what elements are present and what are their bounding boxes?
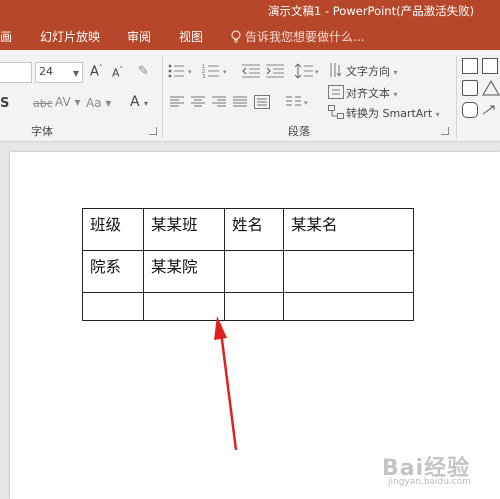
bullets-icon[interactable]: ▾ — [168, 64, 196, 78]
tell-me-label: 告诉我您想要做什么... — [245, 30, 365, 44]
table-row: 院系 某某院 — [82, 250, 414, 293]
group-divider — [456, 56, 457, 138]
paragraph-group-label: 段落 — [288, 125, 310, 138]
align-right-icon[interactable] — [212, 96, 226, 108]
annotation-arrow — [214, 316, 238, 451]
text-direction-icon — [330, 63, 342, 77]
svg-text:▾: ▾ — [304, 99, 308, 107]
grow-font-icon[interactable]: A˄ — [90, 64, 102, 79]
clear-formatting-icon[interactable]: ✎ — [138, 64, 149, 79]
svg-text:▾: ▾ — [223, 68, 227, 76]
svg-text:3: 3 — [202, 74, 205, 78]
text-direction-button[interactable]: 文字方向 ▾ — [346, 63, 398, 79]
tab-slideshow[interactable]: 幻灯片放映 — [40, 28, 100, 45]
window-title: 演示文稿1 - PowerPoint(产品激活失败) — [268, 4, 475, 18]
table-cell[interactable] — [283, 250, 414, 293]
character-spacing-icon[interactable]: AV ▾ — [55, 95, 81, 109]
align-text-icon — [328, 85, 344, 99]
table-cell[interactable] — [224, 250, 284, 293]
line-spacing-icon[interactable]: ▾ — [295, 63, 321, 79]
strikethrough-icon[interactable]: abc — [33, 97, 53, 110]
tab-review[interactable]: 审阅 — [127, 28, 151, 45]
font-group-label: 字体 — [31, 125, 53, 138]
annotation-arrow-shaft — [218, 323, 238, 451]
increase-indent-icon[interactable] — [266, 64, 284, 78]
tab-animations[interactable]: 画 — [0, 28, 12, 45]
vertical-textbox-shape-icon[interactable] — [482, 58, 498, 74]
align-center-icon[interactable] — [191, 96, 205, 108]
table-cell[interactable]: 某某班 — [143, 208, 225, 251]
chevron-down-icon: ▼ — [72, 69, 79, 78]
ribbon: 24 ▼ A˄ A˅ ✎ S abc AV ▾ Aa ▾ A ▾ 字体 ▾ 1 … — [0, 50, 500, 142]
align-text-label: 对齐文本 — [346, 87, 390, 100]
svg-text:▾: ▾ — [188, 68, 192, 76]
shrink-font-icon[interactable]: A˅ — [112, 66, 123, 80]
numbering-icon[interactable]: 1 2 3 ▾ — [202, 64, 232, 78]
distributed-icon[interactable] — [254, 95, 270, 109]
svg-text:▾: ▾ — [315, 68, 319, 76]
font-color-icon[interactable]: A ▾ — [130, 94, 148, 110]
lightbulb-icon — [231, 29, 241, 43]
align-left-icon[interactable] — [170, 96, 184, 108]
table-cell[interactable]: 某某院 — [143, 250, 225, 293]
textbox-shape-icon[interactable] — [462, 58, 478, 74]
rounded-rectangle-shape-icon[interactable] — [462, 102, 478, 118]
group-divider — [162, 56, 163, 138]
font-size-combo[interactable]: 24 ▼ — [35, 62, 83, 83]
justify-icon[interactable] — [233, 96, 247, 108]
table-cell[interactable] — [82, 292, 144, 321]
text-direction-label: 文字方向 — [346, 65, 390, 78]
ribbon-tab-row: 画 幻灯片放映 审阅 视图 告诉我您想要做什么... — [0, 22, 500, 50]
table-cell[interactable]: 院系 — [82, 250, 144, 293]
shadow-icon[interactable]: S — [0, 96, 9, 111]
font-name-combo[interactable] — [0, 62, 32, 83]
table-row: 班级 某某班 姓名 某某名 — [82, 208, 414, 251]
paragraph-dialog-launcher-icon[interactable] — [441, 127, 449, 135]
change-case-icon[interactable]: Aa ▾ — [86, 96, 111, 110]
annotation-arrow-head — [214, 316, 227, 340]
table-cell[interactable]: 某某名 — [283, 208, 414, 251]
slide-canvas[interactable] — [10, 152, 500, 499]
watermark-url: jingyan.baidu.com — [388, 477, 472, 487]
columns-icon[interactable]: ▾ — [286, 96, 312, 108]
font-dialog-launcher-icon[interactable] — [149, 127, 157, 135]
table-cell[interactable] — [283, 292, 414, 321]
title-bar: 演示文稿1 - PowerPoint(产品激活失败) — [0, 0, 500, 22]
arrow-shape-icon[interactable] — [482, 102, 500, 118]
rectangle-shape-icon[interactable] — [462, 80, 478, 96]
tab-view[interactable]: 视图 — [179, 28, 203, 45]
table-cell[interactable]: 班级 — [82, 208, 144, 251]
table-cell[interactable]: 姓名 — [224, 208, 284, 251]
triangle-shape-icon[interactable] — [482, 80, 500, 96]
align-text-button[interactable]: 对齐文本 ▾ — [346, 85, 398, 101]
font-size-value: 24 — [39, 65, 53, 78]
convert-smartart-button[interactable]: 转换为 SmartArt ▾ — [346, 105, 440, 121]
smartart-label: 转换为 SmartArt — [346, 107, 433, 120]
smartart-icon — [328, 105, 344, 119]
tell-me-box[interactable]: 告诉我您想要做什么... — [230, 28, 364, 45]
decrease-indent-icon[interactable] — [242, 64, 260, 78]
